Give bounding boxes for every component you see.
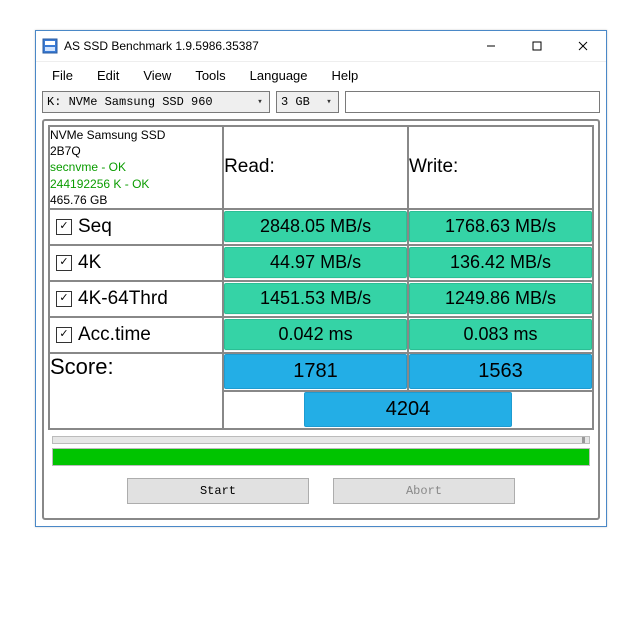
drive-select-value: K: NVMe Samsung SSD 960 (47, 95, 213, 109)
alignment-status: 244192256 K - OK (50, 176, 222, 192)
results-table: NVMe Samsung SSD 2B7Q secnvme - OK 24419… (48, 125, 594, 430)
seq-write-value: 1768.63 MB/s (409, 211, 592, 242)
app-icon (42, 38, 58, 54)
progress-area (48, 430, 594, 470)
chevron-down-icon: ▾ (322, 97, 336, 107)
results-panel: NVMe Samsung SSD 2B7Q secnvme - OK 24419… (42, 119, 600, 520)
row-4k64-label: 4K-64Thrd (78, 288, 168, 310)
button-row: Start Abort (48, 470, 594, 514)
row-score: Score: 1781 1563 (49, 353, 593, 391)
test-size-select[interactable]: 3 GB ▾ (276, 91, 339, 113)
abort-button[interactable]: Abort (333, 478, 515, 504)
chevron-down-icon: ▾ (253, 97, 267, 107)
menu-file[interactable]: File (42, 66, 83, 85)
close-button[interactable] (560, 31, 606, 61)
row-4k: ✓ 4K 44.97 MB/s 136.42 MB/s (49, 245, 593, 281)
4k-write-value: 136.42 MB/s (409, 247, 592, 278)
row-seq-label: Seq (78, 216, 112, 238)
score-write: 1563 (409, 354, 592, 389)
driver-status: secnvme - OK (50, 159, 222, 175)
menu-help[interactable]: Help (322, 66, 369, 85)
menu-edit[interactable]: Edit (87, 66, 129, 85)
score-label: Score: (49, 353, 223, 429)
checkbox-acc[interactable]: ✓ (56, 327, 72, 343)
progress-bar-main (52, 448, 590, 466)
menubar: File Edit View Tools Language Help (36, 62, 606, 89)
menu-view[interactable]: View (133, 66, 181, 85)
header-read: Read: (223, 126, 408, 209)
device-firmware: 2B7Q (50, 143, 222, 159)
row-4k64: ✓ 4K-64Thrd 1451.53 MB/s 1249.86 MB/s (49, 281, 593, 317)
device-info-cell: NVMe Samsung SSD 2B7Q secnvme - OK 24419… (49, 126, 223, 209)
blank-field (345, 91, 600, 113)
app-window: AS SSD Benchmark 1.9.5986.35387 File Edi… (35, 30, 607, 527)
score-total: 4204 (304, 392, 512, 427)
window-controls (468, 31, 606, 61)
window-title: AS SSD Benchmark 1.9.5986.35387 (64, 39, 468, 53)
device-name: NVMe Samsung SSD (50, 127, 222, 143)
score-read: 1781 (224, 354, 407, 389)
row-seq: ✓ Seq 2848.05 MB/s 1768.63 MB/s (49, 209, 593, 245)
progress-bar-thin (52, 436, 590, 444)
acc-read-value: 0.042 ms (224, 319, 407, 350)
checkbox-seq[interactable]: ✓ (56, 219, 72, 235)
checkbox-4k64[interactable]: ✓ (56, 291, 72, 307)
minimize-button[interactable] (468, 31, 514, 61)
4k64-read-value: 1451.53 MB/s (224, 283, 407, 314)
4k-read-value: 44.97 MB/s (224, 247, 407, 278)
acc-write-value: 0.083 ms (409, 319, 592, 350)
row-acc: ✓ Acc.time 0.042 ms 0.083 ms (49, 317, 593, 353)
device-capacity: 465.76 GB (50, 192, 222, 208)
start-button[interactable]: Start (127, 478, 309, 504)
test-size-value: 3 GB (281, 95, 310, 109)
checkbox-4k[interactable]: ✓ (56, 255, 72, 271)
header-write: Write: (408, 126, 593, 209)
4k64-write-value: 1249.86 MB/s (409, 283, 592, 314)
menu-tools[interactable]: Tools (185, 66, 235, 85)
toolbar: K: NVMe Samsung SSD 960 ▾ 3 GB ▾ (36, 89, 606, 119)
row-acc-label: Acc.time (78, 324, 151, 346)
row-4k-label: 4K (78, 252, 101, 274)
seq-read-value: 2848.05 MB/s (224, 211, 407, 242)
drive-select[interactable]: K: NVMe Samsung SSD 960 ▾ (42, 91, 270, 113)
menu-language[interactable]: Language (240, 66, 318, 85)
titlebar: AS SSD Benchmark 1.9.5986.35387 (36, 31, 606, 62)
maximize-button[interactable] (514, 31, 560, 61)
